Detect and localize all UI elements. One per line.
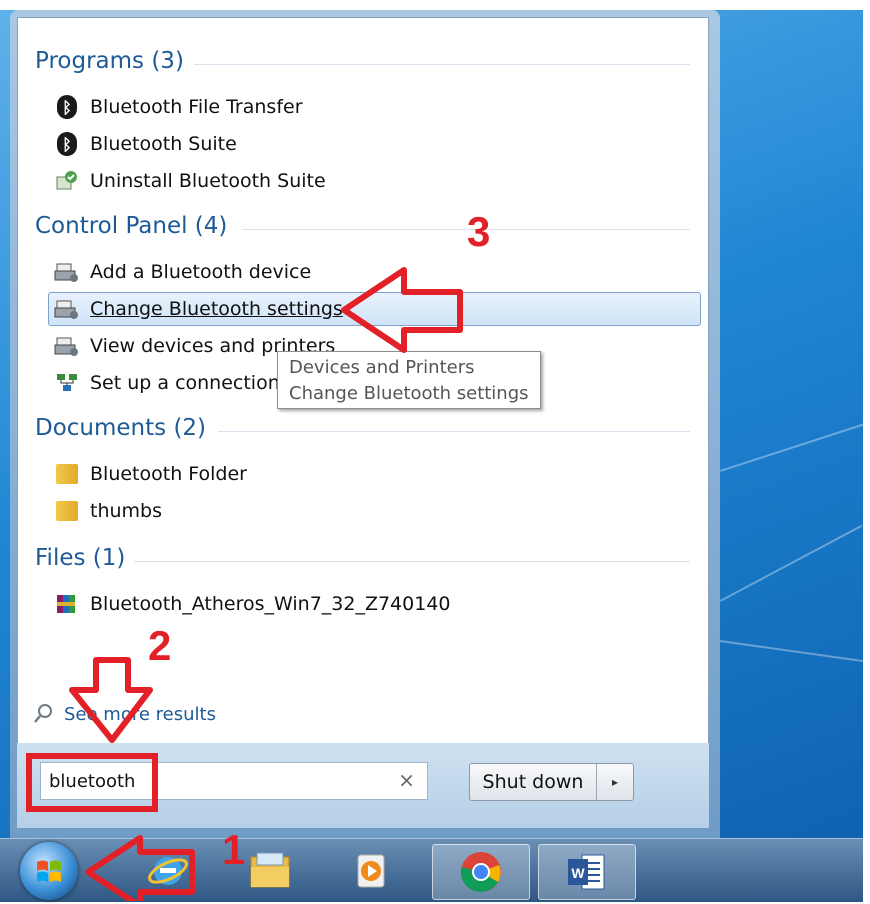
step-number-1: 1 — [222, 826, 246, 873]
step-number-2: 2 — [148, 622, 172, 669]
search-highlight-box — [26, 753, 158, 812]
arrow-to-search-box — [69, 657, 153, 743]
arrow-to-start-orb — [85, 835, 195, 901]
arrow-to-bluetooth-settings — [341, 267, 463, 353]
step-number-3: 3 — [467, 208, 491, 255]
annotation-overlay — [26, 267, 463, 901]
